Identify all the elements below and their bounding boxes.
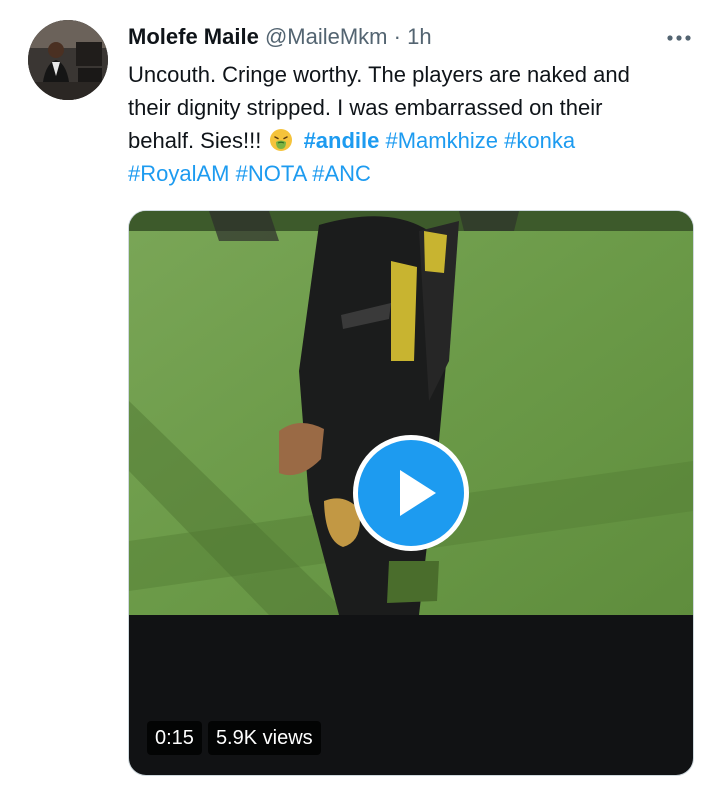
more-horizontal-icon: [667, 35, 691, 41]
avatar-image: [28, 20, 108, 100]
author-handle[interactable]: @MaileMkm: [265, 24, 388, 49]
hashtag-link[interactable]: #andile: [304, 128, 380, 153]
tweet-timestamp[interactable]: 1h: [407, 24, 431, 49]
tweet-text-line: behalf. Sies!!!: [128, 128, 262, 153]
hashtag-link[interactable]: #ANC: [312, 161, 371, 186]
video-views: 5.9K views: [207, 721, 321, 755]
tweet-text-line: Uncouth. Cringe worthy. The players are …: [128, 62, 630, 87]
more-options-button[interactable]: [664, 26, 694, 50]
hashtag-link[interactable]: #Mamkhize: [386, 128, 498, 153]
hashtag-link[interactable]: #NOTA: [236, 161, 307, 186]
tweet-text-line: their dignity stripped. I was embarrasse…: [128, 95, 603, 120]
separator-dot: ·: [393, 24, 401, 49]
tweet[interactable]: Molefe Maile @MaileMkm · 1h Uncouth. Cri…: [0, 0, 720, 786]
play-icon: [400, 470, 436, 516]
hashtag-link[interactable]: #konka: [504, 128, 575, 153]
video-player[interactable]: 0:15 5.9K views: [128, 210, 694, 776]
video-thumbnail: [129, 211, 693, 615]
avatar[interactable]: [28, 20, 108, 100]
hashtag-link[interactable]: #RoyalAM: [128, 161, 229, 186]
nauseated-face-emoji: [270, 129, 293, 151]
video-duration: 0:15: [147, 721, 202, 755]
author-name[interactable]: Molefe Maile: [128, 24, 259, 49]
video-meta: 0:15 5.9K views: [147, 721, 321, 755]
play-button[interactable]: [353, 435, 469, 551]
tweet-header: Molefe Maile @MaileMkm · 1h: [128, 22, 432, 52]
tweet-text: Uncouth. Cringe worthy. The players are …: [128, 58, 698, 190]
